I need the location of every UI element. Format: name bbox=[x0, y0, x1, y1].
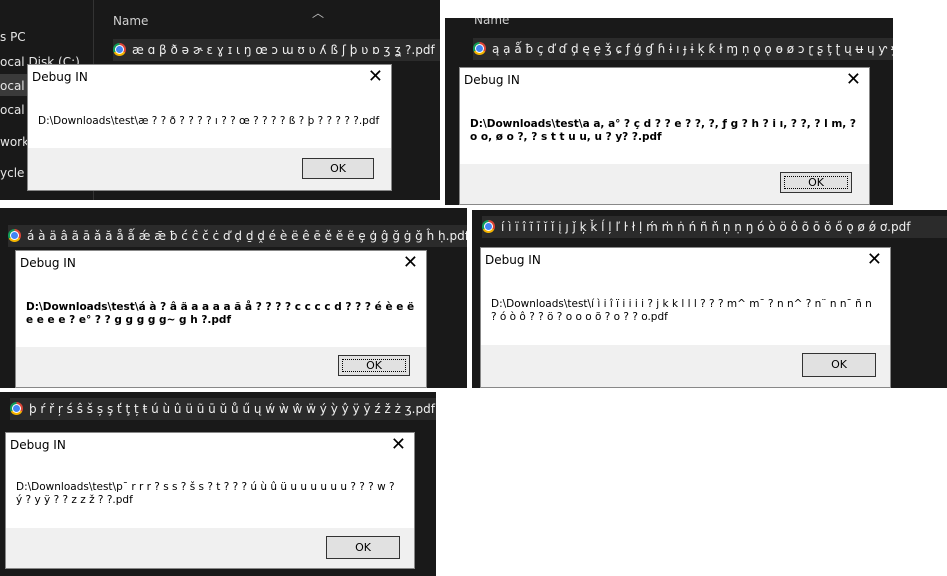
debug-dialog: Debug IN ✕ D:\Downloads\test\æ ? ? ð ? ?… bbox=[27, 64, 392, 191]
dialog-footer: OK bbox=[6, 528, 414, 568]
close-icon[interactable]: ✕ bbox=[867, 249, 882, 270]
debug-dialog: Debug IN ✕ D:\Downloads\test\p¯ r r r ? … bbox=[5, 432, 415, 569]
chrome-icon bbox=[8, 229, 21, 242]
ok-button[interactable]: OK bbox=[326, 536, 400, 559]
file-name: í ì ï î ĩ ī ĭ ǐ į ȷ ǰ ķ ǩ ĺ ļ ľ ŀ ł ḷ ḿ … bbox=[501, 220, 911, 234]
chrome-icon bbox=[482, 220, 495, 233]
file-row[interactable]: ą ạ ǻ ƀ ç ď ɗ ḑ ę ȩ ǯ ɕ ƒ ģ ɠ ɦ ɨ ı ɟ ɨ … bbox=[473, 38, 893, 60]
ok-button[interactable]: OK bbox=[338, 355, 410, 376]
dialog-message: D:\Downloads\test\a a, a° ? ç d ? ? e ? … bbox=[470, 118, 857, 143]
dialog-message: D:\Downloads\test\æ ? ? ð ? ? ? ? ı ? ? … bbox=[38, 115, 380, 127]
dialog-message: D:\Downloads\test\á à ? â ä a a a a ã å … bbox=[26, 301, 415, 326]
file-row[interactable]: þ ŕ ř ŗ ś ŝ š ș ş ť ţ ț ŧ ú ù û ü ũ ū ŭ … bbox=[10, 398, 436, 420]
dialog-footer: OK bbox=[28, 148, 391, 190]
file-name: á à ä â ã ā ǎ ă å ǻ ǽ ǣ ƀ ć ĉ č ċ ď ḍ ḏ … bbox=[27, 229, 467, 243]
file-name: ą ạ ǻ ƀ ç ď ɗ ḑ ę ȩ ǯ ɕ ƒ ģ ɠ ɦ ɨ ı ɟ ɨ … bbox=[492, 42, 893, 56]
ok-button[interactable]: OK bbox=[302, 158, 374, 179]
dialog-title: Debug IN bbox=[464, 73, 520, 87]
file-row[interactable]: æ ɑ β ð ə ɚ ɛ ɣ ɪ ɩ ŋ œ ɔ ɯ ʊ ʋ ʎ ß ʃ þ … bbox=[113, 39, 440, 61]
ok-button[interactable]: OK bbox=[802, 353, 876, 377]
dialog-title: Debug IN bbox=[32, 70, 88, 84]
close-icon[interactable]: ✕ bbox=[391, 434, 406, 455]
debug-dialog: Debug IN ✕ D:\Downloads\test\a a, a° ? ç… bbox=[459, 67, 870, 205]
close-icon[interactable]: ✕ bbox=[368, 66, 383, 87]
nav-item-this-pc[interactable]: s PC bbox=[0, 30, 26, 44]
file-row[interactable]: á à ä â ã ā ǎ ă å ǻ ǽ ǣ ƀ ć ĉ č ċ ď ḍ ḏ … bbox=[8, 225, 467, 247]
close-icon[interactable]: ✕ bbox=[846, 69, 861, 90]
column-header-name[interactable]: Name bbox=[474, 18, 509, 27]
explorer-panel-1: ︿ Name s PC ocal Disk (C:) ocal D ocal D… bbox=[0, 0, 440, 200]
file-name: æ ɑ β ð ə ɚ ɛ ɣ ɪ ɩ ŋ œ ɔ ɯ ʊ ʋ ʎ ß ʃ þ … bbox=[132, 43, 435, 57]
file-row[interactable]: í ì ï î ĩ ī ĭ ǐ į ȷ ǰ ķ ǩ ĺ ļ ľ ŀ ł ḷ ḿ … bbox=[482, 216, 947, 238]
chrome-icon bbox=[113, 43, 126, 56]
dialog-footer: OK bbox=[16, 347, 426, 387]
column-header-name[interactable]: Name bbox=[113, 14, 148, 28]
sort-chevron-icon[interactable]: ︿ bbox=[312, 4, 324, 21]
dialog-title: Debug IN bbox=[10, 438, 66, 452]
chrome-icon bbox=[10, 402, 23, 415]
explorer-panel-3: á à ä â ã ā ǎ ă å ǻ ǽ ǣ ƀ ć ĉ č ċ ď ḍ ḏ … bbox=[0, 208, 467, 388]
dialog-title: Debug IN bbox=[485, 253, 541, 267]
ok-button[interactable]: OK bbox=[780, 172, 852, 193]
debug-dialog: Debug IN ✕ D:\Downloads\test\á à ? â ä a… bbox=[15, 250, 427, 388]
explorer-panel-5: þ ŕ ř ŗ ś ŝ š ș ş ť ţ ț ŧ ú ù û ü ũ ū ŭ … bbox=[0, 392, 436, 576]
explorer-panel-2: Name ą ạ ǻ ƀ ç ď ɗ ḑ ę ȩ ǯ ɕ ƒ ģ ɠ ɦ ɨ ı… bbox=[445, 18, 893, 205]
dialog-title: Debug IN bbox=[20, 256, 76, 270]
debug-dialog: Debug IN ✕ D:\Downloads\test\í ì i î ï i… bbox=[480, 247, 891, 388]
file-name: þ ŕ ř ŗ ś ŝ š ș ş ť ţ ț ŧ ú ù û ü ũ ū ŭ … bbox=[29, 402, 435, 416]
chrome-icon bbox=[473, 42, 486, 55]
dialog-footer: OK bbox=[460, 164, 869, 204]
dialog-message: D:\Downloads\test\í ì i î ï i i i i ? j … bbox=[491, 298, 872, 323]
dialog-message: D:\Downloads\test\p¯ r r r ? s s ? š s ?… bbox=[16, 481, 395, 506]
dialog-footer: OK bbox=[481, 345, 890, 387]
close-icon[interactable]: ✕ bbox=[403, 252, 418, 273]
explorer-panel-4: í ì ï î ĩ ī ĭ ǐ į ȷ ǰ ķ ǩ ĺ ļ ľ ŀ ł ḷ ḿ … bbox=[472, 210, 947, 388]
nav-item-network[interactable]: work bbox=[0, 135, 29, 149]
